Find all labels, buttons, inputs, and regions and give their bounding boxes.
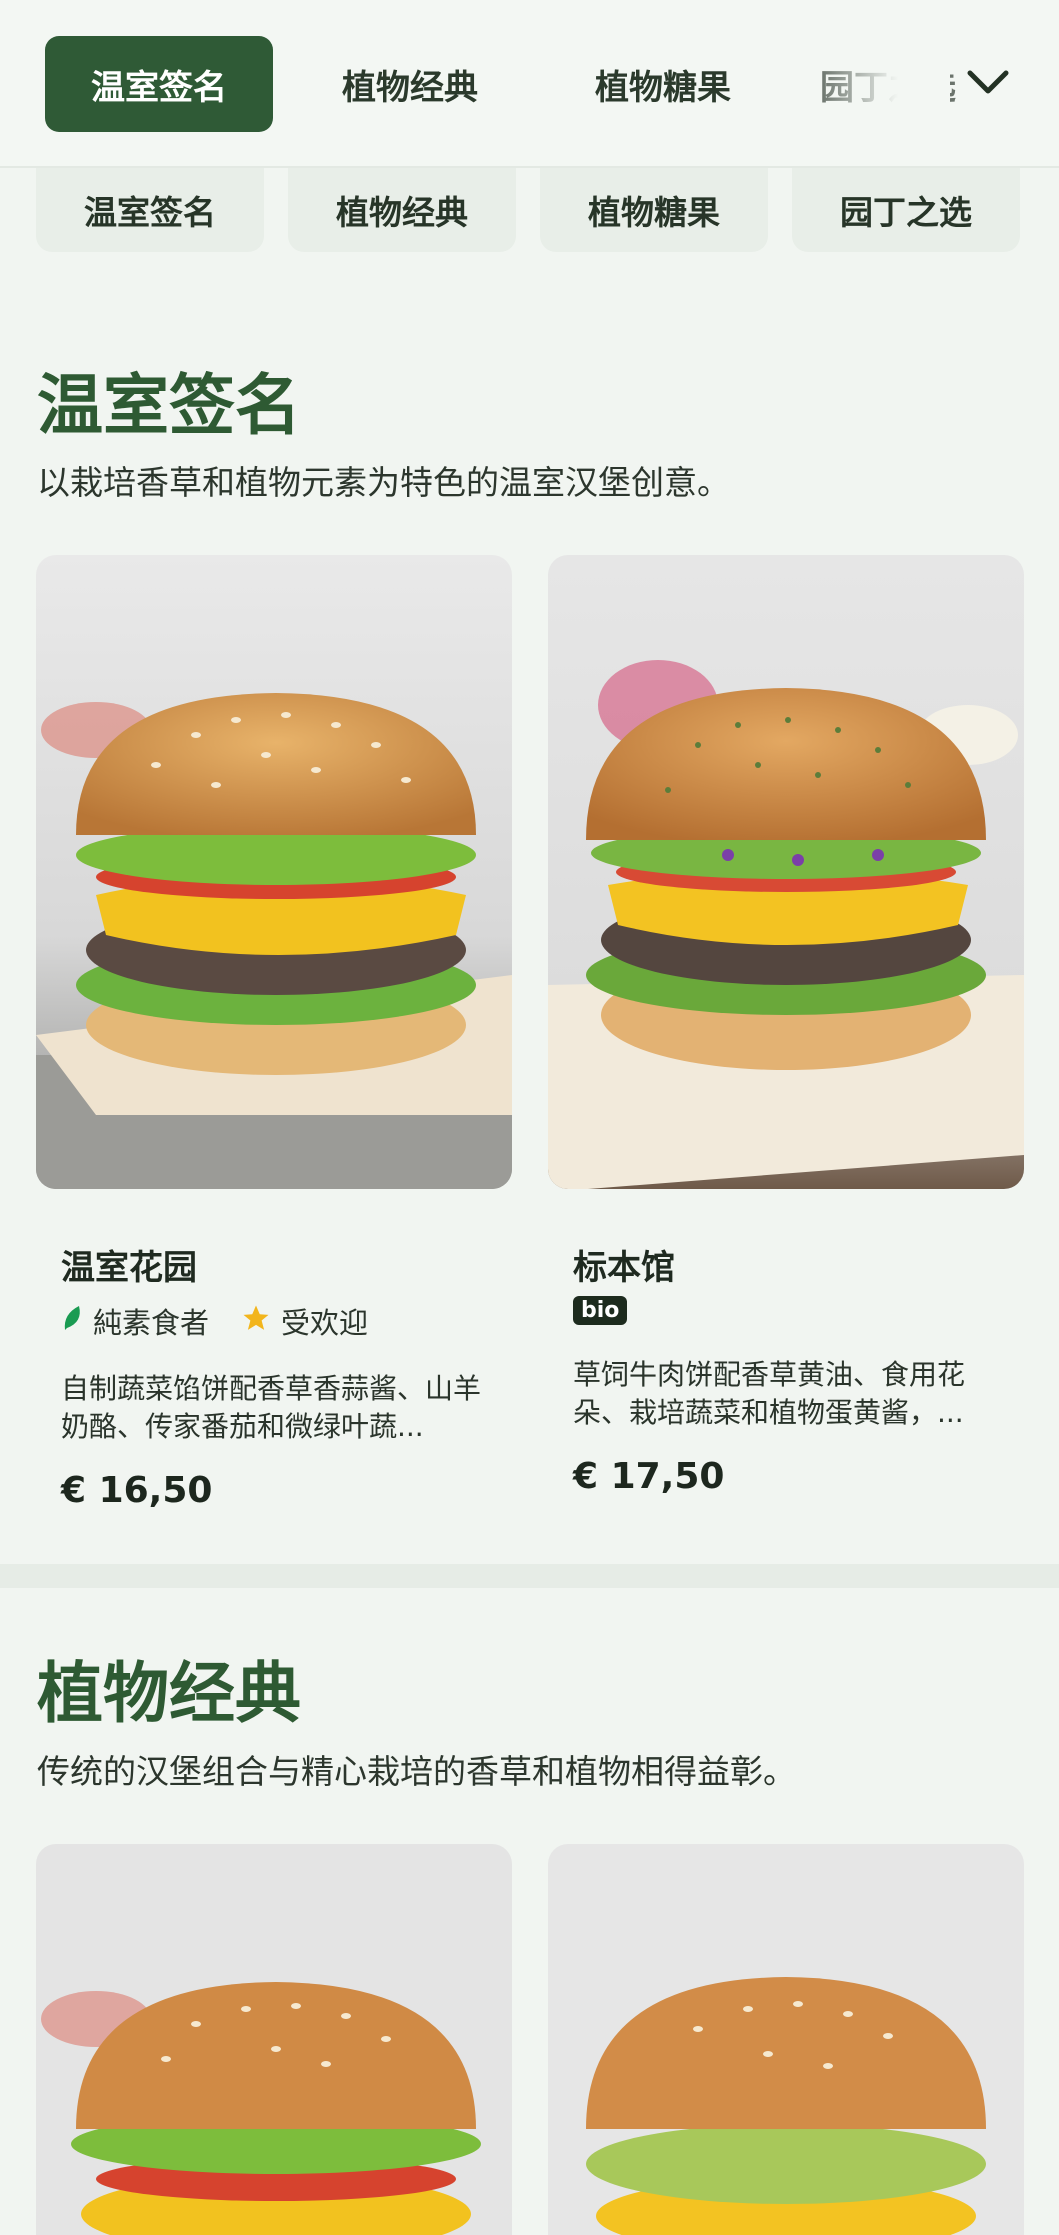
section-description: 传统的汉堡组合与精心栽培的香草和植物相得益彰。 — [37, 1752, 796, 1791]
item-tags: bio — [573, 1296, 628, 1325]
item-price: € 17,50 — [573, 1456, 725, 1497]
section-divider — [0, 1564, 1059, 1588]
tab-greenhouse-signature[interactable]: 温室签名 — [45, 36, 273, 132]
burger-image-greenhouse-garden[interactable] — [36, 555, 512, 1189]
tab-botanical-classics[interactable]: 植物经典 — [300, 36, 520, 132]
burger-image-herbarium[interactable] — [548, 555, 1024, 1189]
category-nav: 温室签名 植物经典 植物糖果 园丁之选 — [0, 0, 1059, 168]
item-tags: 純素食者 受欢迎 — [61, 1300, 368, 1342]
chip-greenhouse-signature[interactable]: 温室签名 — [36, 168, 264, 252]
tab-overflow-fade — [820, 40, 950, 130]
tag-popular: 受欢迎 — [281, 1306, 369, 1340]
category-chips: 温室签名 植物经典 植物糖果 园丁之选 — [0, 168, 1059, 254]
section-title: 植物经典 — [37, 1655, 301, 1732]
vegan-leaf-icon — [61, 1304, 83, 1339]
chip-gardeners-choice[interactable]: 园丁之选 — [792, 168, 1020, 252]
tab-botanical-candy[interactable]: 植物糖果 — [553, 36, 773, 132]
item-description: 自制蔬菜馅饼配香草香蒜酱、山羊奶酪、传家番茄和微绿叶蔬... — [61, 1372, 482, 1443]
item-price: € 16,50 — [61, 1470, 213, 1511]
bio-badge: bio — [573, 1296, 628, 1325]
chip-botanical-candy[interactable]: 植物糖果 — [540, 168, 768, 252]
tag-vegan: 純素食者 — [93, 1306, 210, 1340]
item-description: 草饲牛肉饼配香草黄油、食用花朵、栽培蔬菜和植物蛋黄酱，... — [573, 1358, 966, 1429]
star-icon — [241, 1303, 271, 1340]
burger-image[interactable] — [548, 1844, 1024, 2235]
chip-botanical-classics[interactable]: 植物经典 — [288, 168, 516, 252]
section-description: 以栽培香草和植物元素为特色的温室汉堡创意。 — [37, 463, 730, 502]
item-name[interactable]: 温室花园 — [61, 1240, 197, 1289]
burger-image[interactable] — [36, 1844, 512, 2235]
section-title: 温室签名 — [37, 367, 301, 444]
item-name[interactable]: 标本馆 — [573, 1240, 675, 1289]
chevron-down-icon[interactable] — [960, 54, 1016, 110]
